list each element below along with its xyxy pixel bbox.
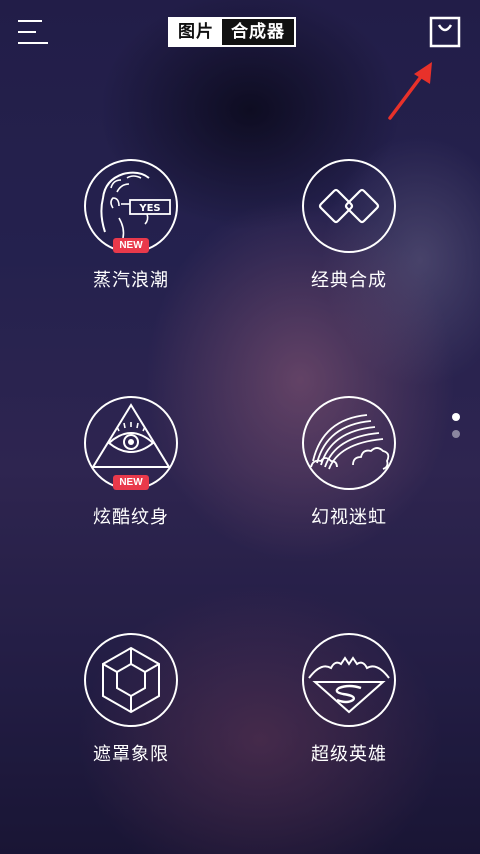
- grid-item-rainbow[interactable]: 幻视迷虹: [274, 395, 424, 529]
- grid-item-label: 经典合成: [311, 270, 387, 291]
- menu-line: [18, 31, 36, 33]
- tile-circle: NEW: [83, 395, 179, 491]
- annotation-arrow-icon: [388, 62, 432, 120]
- rainbow-clouds-icon: [302, 396, 396, 490]
- page-indicator: [451, 413, 461, 443]
- tile-circle: YES NEW: [83, 158, 179, 254]
- menu-line: [18, 20, 42, 22]
- grid-item-quadrant[interactable]: 遮罩象限: [56, 632, 206, 766]
- grid-item-label: 遮罩象限: [93, 744, 169, 765]
- new-badge: NEW: [113, 238, 149, 253]
- grid-item-tattoo[interactable]: NEW 炫酷纹身: [56, 395, 206, 529]
- grid-item-label: 超级英雄: [311, 744, 387, 765]
- grid-item-superhero[interactable]: 超级英雄: [274, 632, 424, 766]
- shopping-bag-icon[interactable]: [429, 16, 461, 48]
- grid-item-label: 幻视迷虹: [311, 507, 387, 528]
- hamburger-menu-icon[interactable]: [18, 18, 48, 46]
- grid-item-label: 蒸汽浪潮: [93, 270, 169, 291]
- page-dot[interactable]: [452, 430, 460, 438]
- tile-circle: [301, 395, 397, 491]
- tile-circle: [301, 632, 397, 728]
- logo-left-text: 图片: [170, 19, 222, 45]
- new-badge: NEW: [113, 475, 149, 490]
- logo-right-text: 合成器: [222, 19, 294, 45]
- grid-item-vaporwave[interactable]: YES NEW 蒸汽浪潮: [56, 158, 206, 292]
- yes-glasses-text: YES: [138, 203, 160, 214]
- grid-item-label: 炫酷纹身: [93, 507, 169, 528]
- superman-bat-icon: [302, 633, 396, 727]
- cube-icon: [84, 633, 178, 727]
- app-logo: 图片 合成器: [168, 17, 296, 47]
- tile-circle: [83, 632, 179, 728]
- menu-line: [18, 42, 48, 44]
- grid-item-classic[interactable]: 经典合成: [274, 158, 424, 292]
- tile-circle: [301, 158, 397, 254]
- page-dot-active[interactable]: [452, 413, 460, 421]
- overlapping-diamonds-icon: [302, 159, 396, 253]
